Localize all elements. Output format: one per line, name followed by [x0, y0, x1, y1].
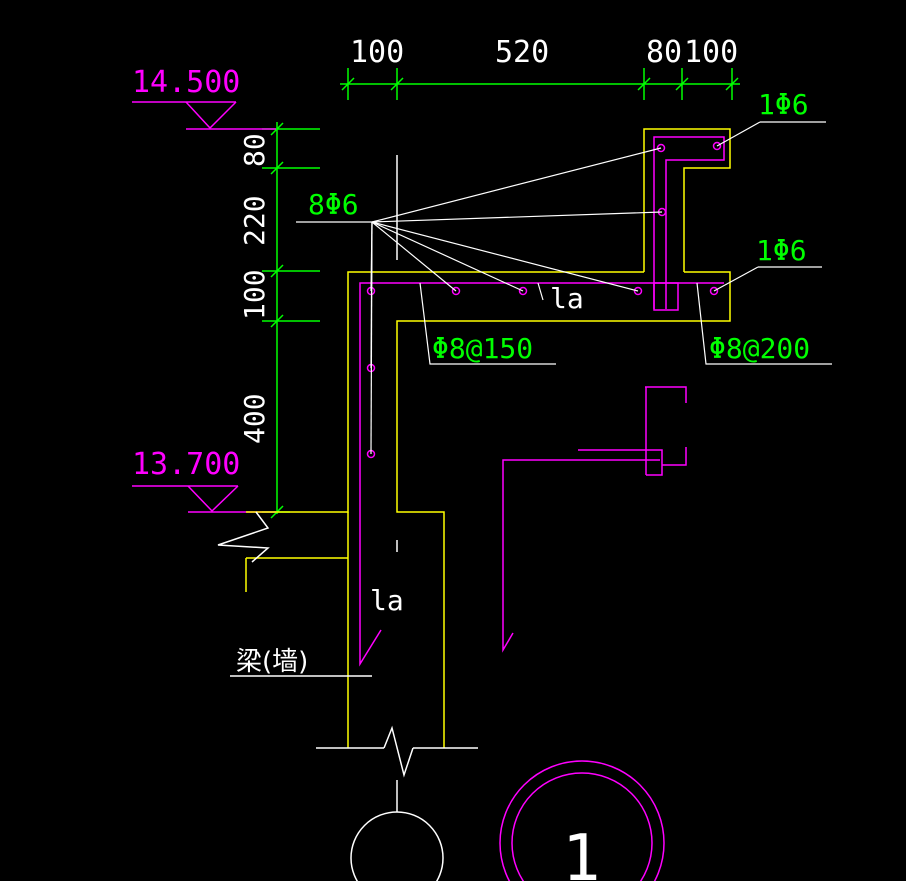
label-anchorage-slab: la [550, 282, 584, 315]
elevation-marker-top [132, 101, 276, 130]
dim-top-100-right: 100 [684, 35, 738, 70]
section-reference-circle [350, 811, 444, 881]
dim-top-520: 520 [495, 35, 549, 70]
label-support-beam-wall: 梁(墙) [236, 647, 308, 677]
elevation-top-label: 14.500 [132, 65, 240, 100]
dim-top-80: 80 [646, 35, 682, 70]
label-rebar-middle-right: 1Φ6 [756, 234, 807, 267]
dim-left-100: 100 [238, 269, 271, 320]
section-detail-drawing: 100 520 80 100 80 220 100 400 14.500 13.… [132, 35, 832, 881]
dim-top-100-left: 100 [350, 35, 404, 70]
dim-left-80: 80 [238, 133, 271, 167]
elevation-bottom-label: 13.700 [132, 447, 240, 482]
label-anchorage-wall: la [370, 584, 404, 617]
detail-number-marker: 1 [499, 760, 665, 881]
label-rebar-fan-group: 8Φ6 [308, 188, 359, 221]
top-dimension-chain [340, 68, 740, 100]
label-rebar-top-right: 1Φ6 [758, 88, 809, 121]
label-slab-bottom-right: Φ8@200 [709, 332, 810, 365]
cad-drawing-canvas: 100 520 80 100 80 220 100 400 14.500 13.… [0, 0, 906, 881]
dim-left-400: 400 [238, 393, 271, 444]
elevation-marker-bottom [132, 485, 276, 513]
label-slab-bottom-left: Φ8@150 [432, 332, 533, 365]
detail-number-label: 1 [562, 822, 601, 881]
dim-left-220: 220 [238, 195, 271, 246]
